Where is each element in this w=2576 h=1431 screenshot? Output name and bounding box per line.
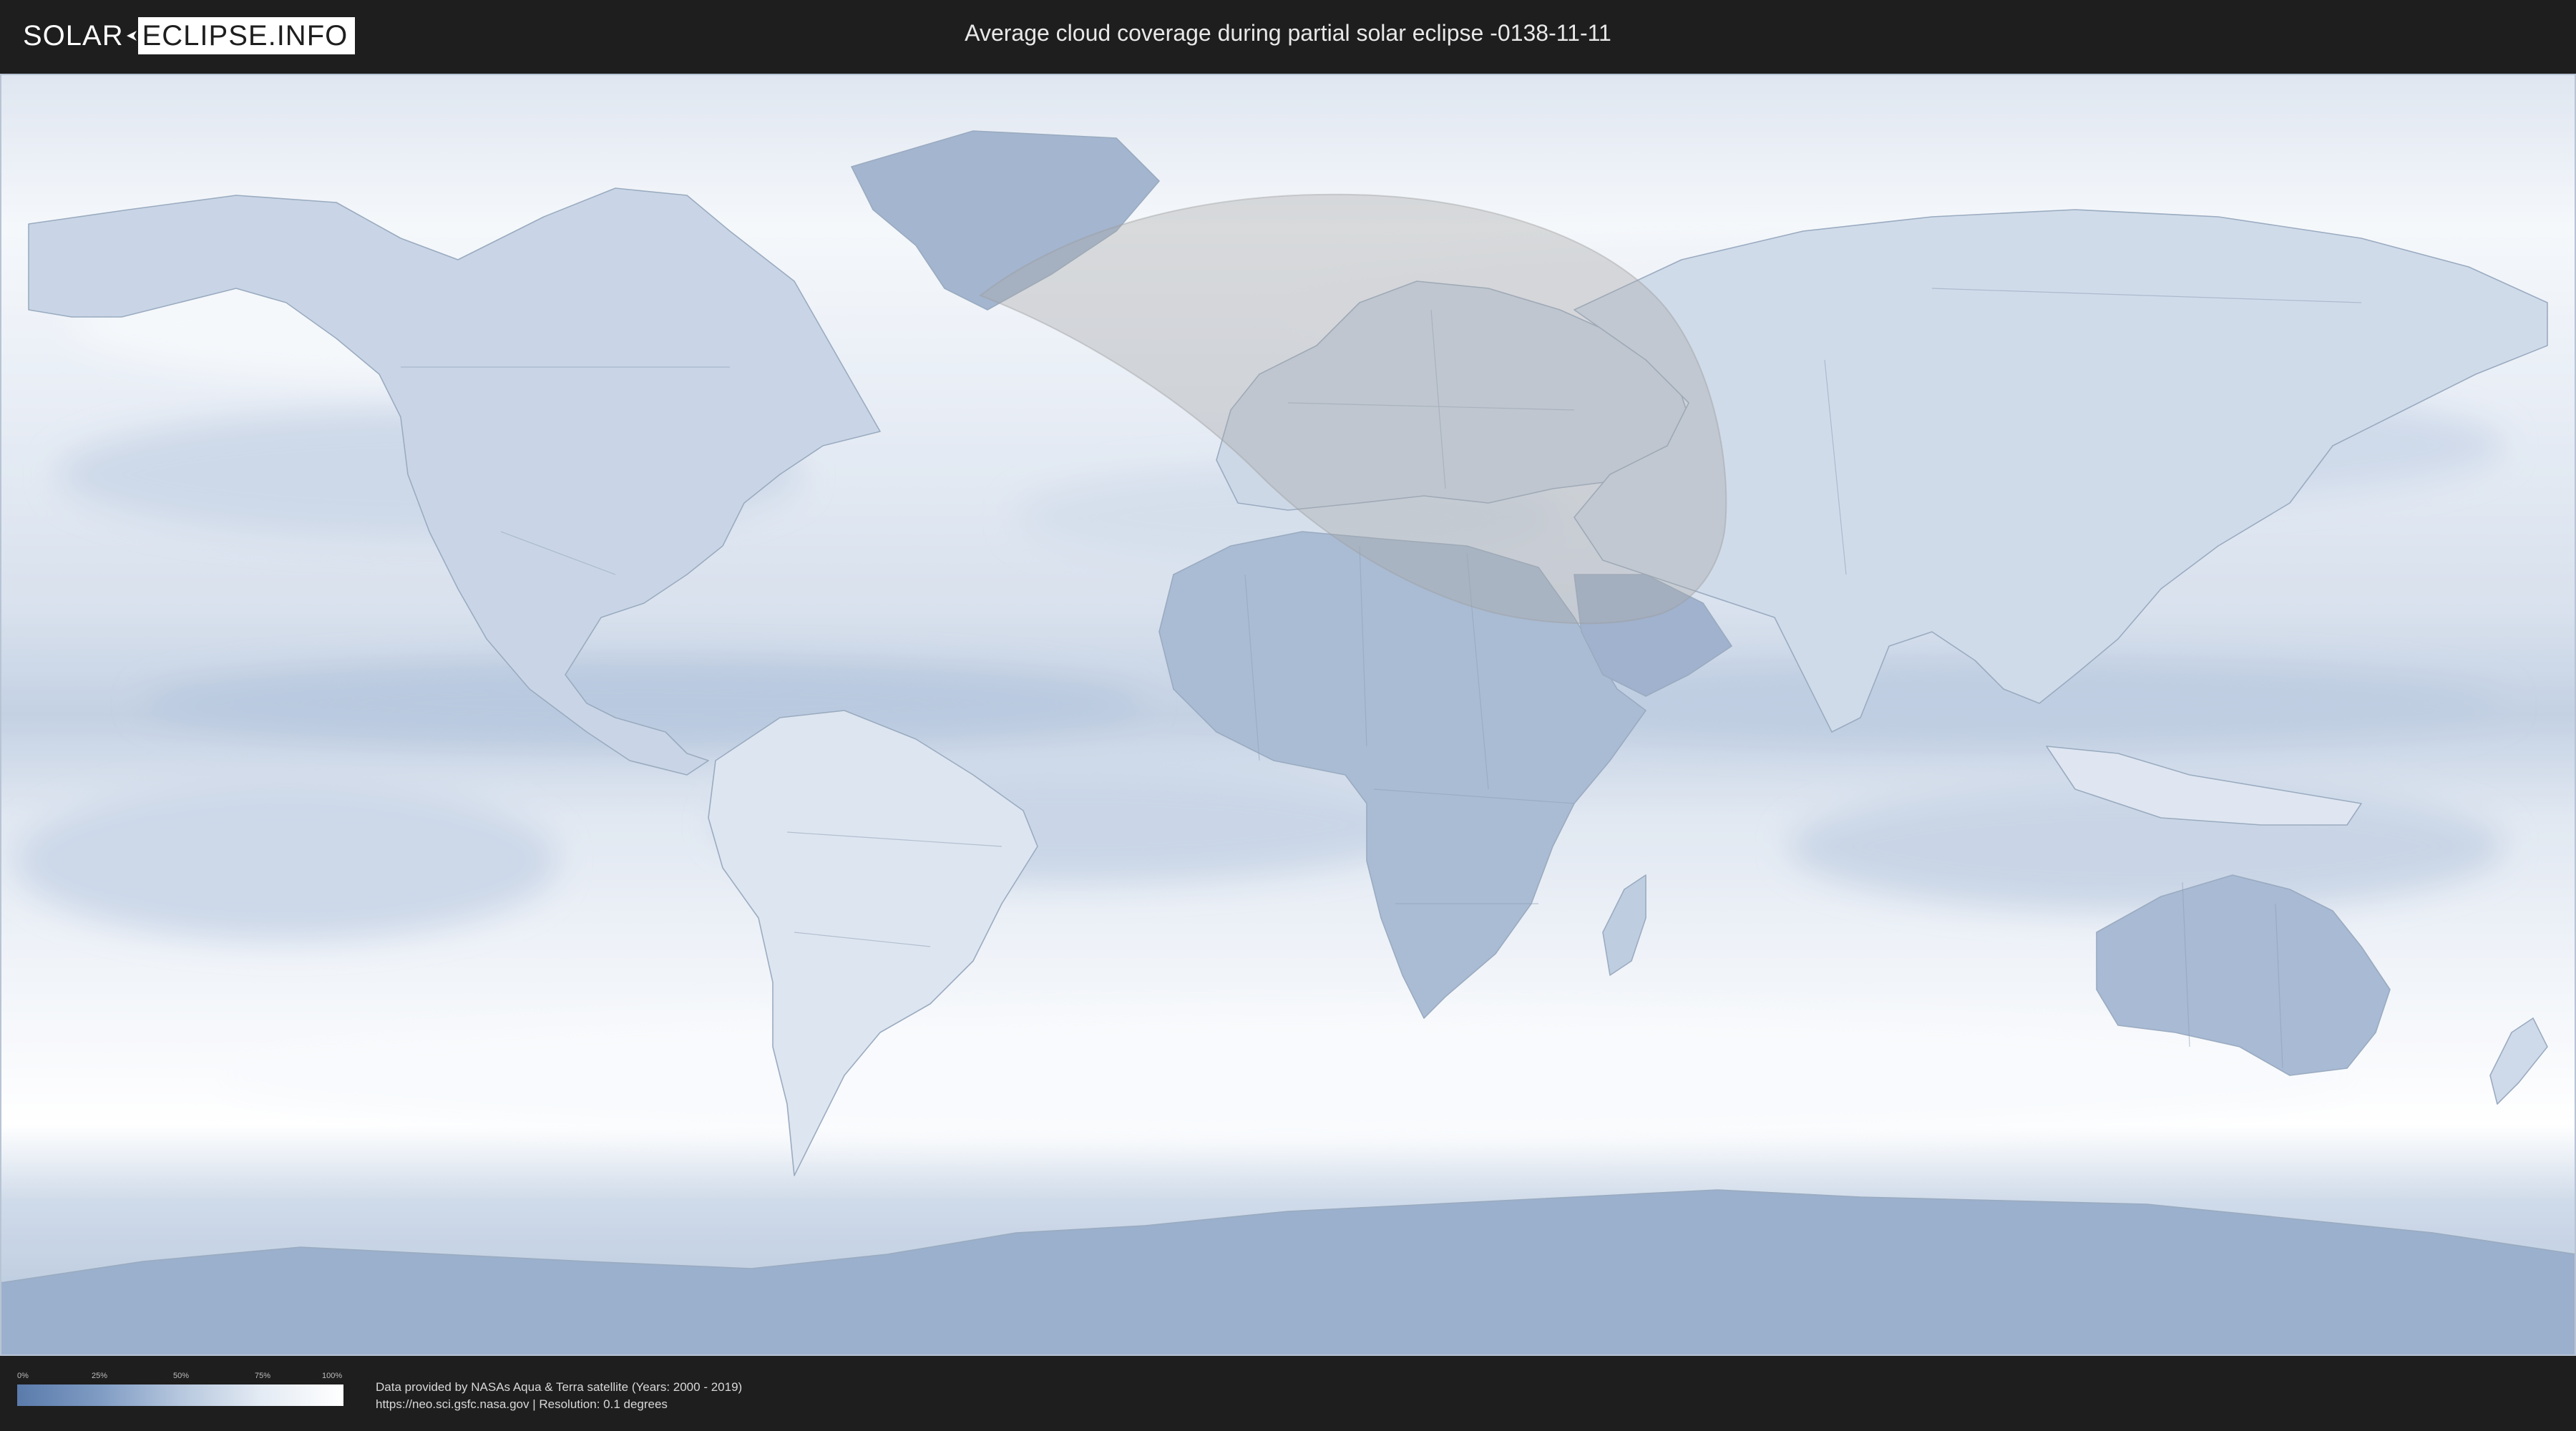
- header-bar: SOLAR ECLIPSE.INFO Average cloud coverag…: [0, 0, 2576, 72]
- page-title: Average cloud coverage during partial so…: [965, 20, 1611, 46]
- credit-line-source: Data provided by NASAs Aqua & Terra sate…: [376, 1380, 743, 1394]
- legend-ticks: 0% 25% 50% 75% 100%: [17, 1372, 343, 1383]
- legend-tick-75: 75%: [255, 1372, 271, 1380]
- footer-bar: 0% 25% 50% 75% 100% Data provided by NAS…: [0, 1357, 2576, 1431]
- legend-tick-100: 100%: [322, 1372, 343, 1380]
- legend-tick-25: 25%: [92, 1372, 108, 1380]
- page: SOLAR ECLIPSE.INFO Average cloud coverag…: [0, 0, 2576, 1431]
- credit-line-url[interactable]: https://neo.sci.gsfc.nasa.gov | Resoluti…: [376, 1396, 742, 1413]
- legend-tick-0: 0%: [17, 1372, 29, 1380]
- data-credits: Data provided by NASAs Aqua & Terra sate…: [376, 1379, 742, 1413]
- cloud-coverage-legend: 0% 25% 50% 75% 100%: [17, 1372, 343, 1406]
- legend-color-bar: [17, 1384, 343, 1406]
- cloud-coverage-map: [0, 74, 2576, 1356]
- world-map-svg: [0, 74, 2576, 1356]
- legend-tick-50: 50%: [173, 1372, 190, 1380]
